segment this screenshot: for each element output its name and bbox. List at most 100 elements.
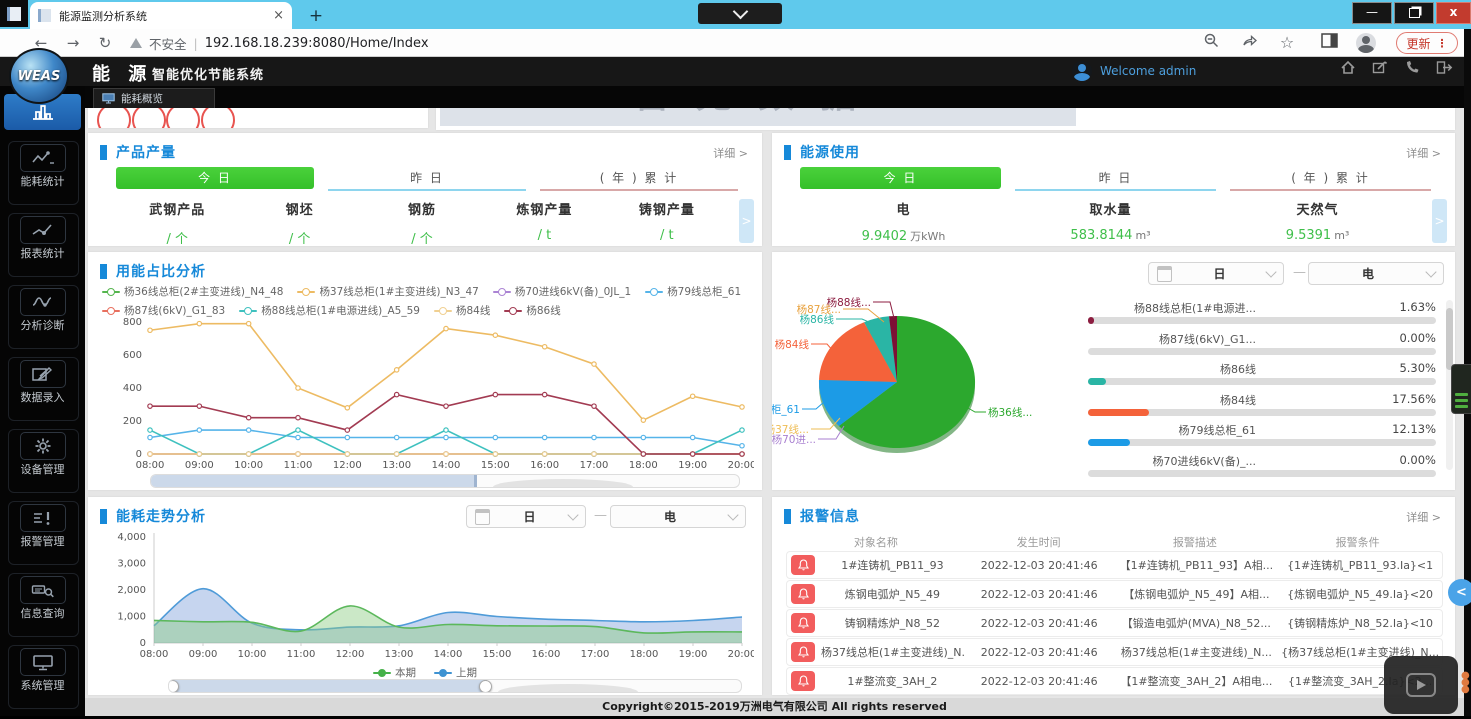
select-dash: — — [594, 508, 607, 523]
new-tab-button[interactable]: + — [305, 5, 327, 27]
legend-item[interactable]: 上期 — [434, 665, 477, 680]
nav-tab-label: 能耗概览 — [121, 91, 163, 106]
window-minimize-button[interactable]: — — [1352, 2, 1392, 24]
forward-button[interactable]: → — [62, 32, 84, 54]
period-tab-2[interactable]: ( 年 ) 累 计 — [540, 167, 738, 191]
period-tab-0[interactable]: 今 日 — [116, 167, 314, 189]
legend-marker — [297, 288, 315, 296]
sidebar-item-frame — [8, 429, 79, 493]
stat-item: 钢坯/ 个 — [238, 199, 360, 247]
detail-link[interactable]: 详细 > — [1406, 145, 1441, 161]
datazoom-preview — [493, 479, 633, 488]
partial-card-nodata: 暂无数据 — [436, 108, 1455, 130]
x-tick-label: 10:00 — [238, 649, 267, 660]
title-bullet — [100, 509, 107, 524]
period-select[interactable]: 日 — [466, 505, 586, 528]
browser-menu-icon[interactable]: ⋮ — [1437, 37, 1448, 50]
proportion-item-percent: 0.00% — [1399, 331, 1436, 345]
stat-label: 炼钢产量 — [483, 199, 605, 218]
media-overlay[interactable] — [1384, 656, 1458, 714]
datazoom-slider[interactable] — [168, 679, 742, 693]
datazoom-handle-right[interactable] — [479, 680, 492, 693]
side-panel-icon[interactable] — [1318, 32, 1340, 54]
x-tick-label: 09:00 — [189, 649, 218, 660]
legend-label: 杨37线总柜(1#主变进线)_N3_47 — [319, 284, 478, 299]
energy-type-select[interactable]: 电 — [610, 505, 746, 528]
legend-item[interactable]: 本期 — [373, 665, 416, 680]
datazoom-filled[interactable] — [151, 475, 477, 487]
legend-item[interactable]: 杨36线总柜(2#主变进线)_N4_48 — [102, 284, 283, 299]
stat-value: 9.9402万kWh — [800, 228, 1007, 244]
alarm-description: 【锻造电弧炉(MVA)_N8_52... — [1114, 615, 1278, 631]
panel-energy-use: 能源使用 详细 > 今 日昨 日( 年 ) 累 计 电9.9402万kWh取水量… — [772, 133, 1455, 246]
legend-item[interactable]: 杨37线总柜(1#主变进线)_N3_47 — [297, 284, 478, 299]
scrollbar-thumb[interactable] — [1446, 308, 1453, 370]
period-tab-0[interactable]: 今 日 — [800, 167, 1001, 189]
alarm-row[interactable]: 铸钢精炼炉_N8_522022-12-03 20:41:46【锻造电弧炉(MVA… — [786, 609, 1443, 637]
stats-next-chevron[interactable]: > — [739, 199, 754, 243]
reload-button[interactable]: ↻ — [94, 32, 116, 54]
legend-label: 杨70进线6kV(备)_0JL_1 — [515, 284, 631, 299]
y-tick-label: 3,000 — [117, 559, 146, 570]
period-tab-1[interactable]: 昨 日 — [328, 167, 526, 191]
sidebar-item-frame — [8, 213, 79, 277]
alarm-bell-icon — [791, 555, 815, 575]
stat-item: 电9.9402万kWh — [800, 199, 1007, 244]
pie-label: 总柜_61 — [772, 403, 800, 416]
overlay-menu-dots[interactable]: ●●● — [1461, 672, 1465, 693]
energy-type-select[interactable]: 电 — [1308, 262, 1444, 285]
stats-next-chevron[interactable]: > — [1432, 199, 1447, 243]
alarm-column-header: 报警条件 — [1276, 534, 1439, 550]
legend-item[interactable]: 杨70进线6kV(备)_0JL_1 — [493, 284, 631, 299]
progress-track — [1088, 317, 1436, 324]
stat-unit: 万kWh — [910, 230, 945, 243]
copyright-footer: Copyright©2015-2019万洲电气有限公司 All rights r… — [85, 698, 1464, 716]
period-select[interactable]: 日 — [1148, 262, 1284, 285]
y-tick-label: 800 — [123, 317, 142, 328]
alarm-object-name: 铸钢精炼炉_N8_52 — [821, 615, 964, 631]
legend-marker — [645, 288, 663, 296]
zoom-icon[interactable] — [1200, 32, 1222, 54]
chevron-down-icon — [1425, 266, 1436, 277]
welcome-user[interactable]: Welcome admin — [1072, 61, 1196, 81]
detail-link[interactable]: 详细 > — [713, 145, 748, 161]
alarm-description: 杨37线总柜(1#主变进线)_N... — [1114, 644, 1278, 660]
phone-icon[interactable] — [1404, 60, 1420, 75]
proportion-item-name: 杨70进线6kV(备)_... — [1153, 453, 1256, 469]
sidebar: 能耗统计报表统计分析诊断数据录入设备管理报警管理信息查询系统管理 — [0, 86, 85, 719]
window-maximize-button[interactable] — [1394, 2, 1434, 24]
bookmark-star-icon[interactable]: ☆ — [1276, 32, 1298, 54]
logout-icon[interactable] — [1436, 60, 1453, 75]
collapse-panel-button[interactable]: < — [1448, 579, 1471, 606]
tab-energy-overview[interactable]: 能耗概览 — [93, 88, 215, 108]
line-series — [150, 430, 742, 454]
security-label: 不安全 — [149, 34, 187, 53]
datazoom-slider[interactable] — [150, 474, 740, 488]
alarm-bell-icon — [791, 671, 815, 691]
edit-icon[interactable] — [1372, 60, 1388, 75]
address-bar[interactable]: 不安全 | 192.168.18.239:8080/Home/Index — [130, 34, 429, 53]
title-bullet — [784, 145, 791, 160]
period-tab-2[interactable]: ( 年 ) 累 计 — [1230, 167, 1431, 191]
home-icon[interactable] — [1340, 60, 1356, 75]
legend-marker — [434, 669, 452, 677]
period-tab-1[interactable]: 昨 日 — [1015, 167, 1216, 191]
browser-tab[interactable]: 能源监测分析系统 × — [30, 2, 292, 29]
window-close-button[interactable]: x — [1436, 2, 1471, 24]
alarm-row[interactable]: 炼钢电弧炉_N5_492022-12-03 20:41:46【炼钢电弧炉_N5_… — [786, 580, 1443, 608]
share-icon[interactable] — [1238, 32, 1260, 54]
legend-item[interactable]: 杨79线总柜_61 — [645, 284, 741, 299]
proportion-item-percent: 17.56% — [1392, 392, 1436, 406]
alarm-row[interactable]: 1#连铸机_PB11_932022-12-03 20:41:46【1#连铸机_P… — [786, 551, 1443, 579]
alarm-row[interactable]: 杨37线总柜(1#主变进线)_N...2022-12-03 20:41:46杨3… — [786, 638, 1443, 666]
stat-item: 武钢产品/ 个 — [116, 199, 238, 247]
alarm-row[interactable]: 1#整流变_3AH_22022-12-03 20:41:46【1#整流变_3AH… — [786, 667, 1443, 695]
profile-avatar[interactable] — [1356, 33, 1376, 53]
detail-link[interactable]: 详细 > — [1406, 509, 1441, 525]
alarm-time: 2022-12-03 20:41:46 — [964, 588, 1115, 601]
vm-toolbar-button[interactable] — [698, 3, 782, 24]
datazoom-filled[interactable] — [169, 680, 487, 692]
title-bullet — [100, 264, 107, 279]
update-button[interactable]: 更新⋮ — [1396, 32, 1458, 54]
tab-close-icon[interactable]: × — [273, 8, 284, 23]
